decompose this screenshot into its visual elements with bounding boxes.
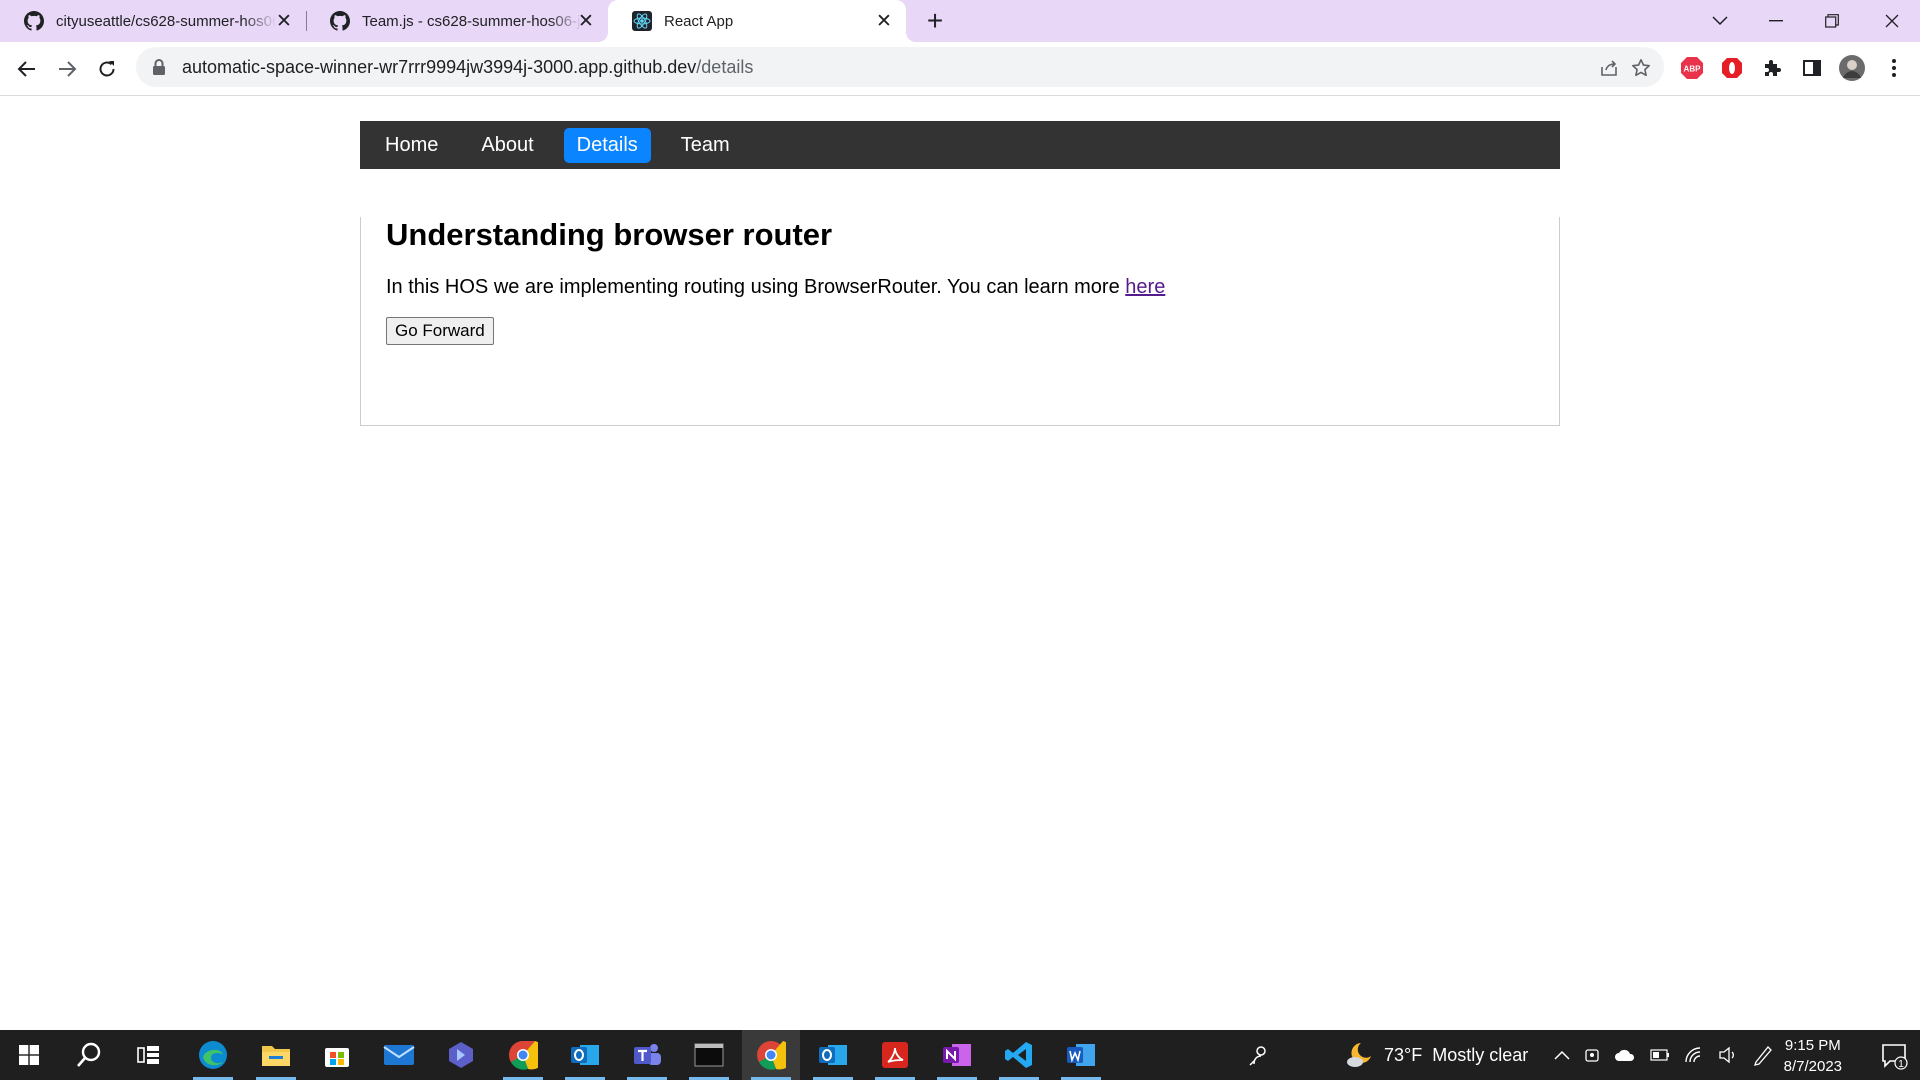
mail-icon[interactable] [370, 1030, 428, 1080]
windows-taskbar: 73°F Mostly clear 9:15 PM 8/7/2023 1 [0, 1030, 1920, 1080]
content-panel: Understanding browser router In this HOS… [360, 217, 1560, 426]
outlook-icon[interactable] [804, 1030, 862, 1080]
meet-now-icon[interactable] [1584, 1046, 1600, 1064]
browser-tab-2[interactable]: Team.js - cs628-summer-hos06-jamil ✕ [306, 0, 608, 42]
kebab-menu-icon[interactable] [1881, 55, 1907, 81]
nav-link-home[interactable]: Home [372, 128, 451, 163]
restore-icon[interactable] [1804, 0, 1860, 42]
adblock-plus-icon[interactable]: ABP [1679, 55, 1705, 81]
weather-widget[interactable]: 73°F Mostly clear [1344, 1030, 1528, 1080]
side-panel-icon[interactable] [1799, 55, 1825, 81]
puzzle-icon[interactable] [1759, 55, 1785, 81]
lock-icon[interactable] [152, 58, 166, 76]
close-tab-icon[interactable]: ✕ [576, 11, 596, 32]
notification-count: 1 [1898, 1059, 1904, 1070]
page-heading: Understanding browser router [386, 217, 833, 252]
outlook-preview-icon[interactable] [556, 1030, 614, 1080]
clock-time: 9:15 PM [1784, 1037, 1841, 1054]
acrobat-icon[interactable] [866, 1030, 924, 1080]
adblock-label: ABP [1684, 65, 1702, 74]
top-nav: Home About Details Team [360, 121, 1560, 169]
reload-icon[interactable] [92, 54, 122, 84]
address-bar[interactable]: automatic-space-winner-wr7rrr9994jw3994j… [136, 47, 1664, 87]
browser-tab-3-active[interactable]: React App ✕ [598, 0, 916, 42]
browser-tab-strip: cityuseattle/cs628-summer-hos06-jamil ✕ … [0, 0, 1920, 42]
clock-date: 8/7/2023 [1783, 1058, 1842, 1075]
browser-tab-1[interactable]: cityuseattle/cs628-summer-hos06-jamil ✕ [0, 0, 306, 42]
back-arrow-icon[interactable] [12, 54, 42, 84]
nav-link-team[interactable]: Team [668, 128, 743, 163]
wifi-icon[interactable] [1684, 1046, 1704, 1064]
close-tab-icon[interactable]: ✕ [274, 11, 294, 32]
minimize-icon[interactable] [1748, 0, 1804, 42]
task-view-icon[interactable] [120, 1030, 178, 1080]
vscode-icon[interactable] [990, 1030, 1048, 1080]
onenote-icon[interactable] [928, 1030, 986, 1080]
intro-paragraph: In this HOS we are implementing routing … [386, 276, 1534, 299]
volume-icon[interactable] [1718, 1046, 1738, 1064]
weather-condition: Mostly clear [1432, 1044, 1529, 1065]
share-icon[interactable] [1598, 57, 1620, 79]
close-window-icon[interactable] [1864, 0, 1920, 42]
taskbar-clock[interactable]: 9:15 PM 8/7/2023 [1784, 1035, 1842, 1077]
intro-text: In this HOS we are implementing routing … [386, 276, 1126, 298]
tab-title: cityuseattle/cs628-summer-hos06-jamil [56, 12, 276, 30]
file-explorer-icon[interactable] [247, 1030, 305, 1080]
windows-start-icon[interactable] [0, 1030, 58, 1080]
microsoft-store-icon[interactable] [308, 1030, 366, 1080]
weather-temp: 73°F [1384, 1044, 1423, 1065]
nav-link-about[interactable]: About [468, 128, 546, 163]
url-host: automatic-space-winner-wr7rrr9994jw3994j… [182, 56, 697, 77]
url-text: automatic-space-winner-wr7rrr9994jw3994j… [182, 57, 753, 78]
system-tray [1554, 1030, 1774, 1080]
tab-title: Team.js - cs628-summer-hos06-jamil [362, 12, 582, 30]
close-tab-icon[interactable]: ✕ [874, 11, 894, 32]
moon-cloud-icon [1347, 1043, 1371, 1067]
react-icon [632, 11, 652, 31]
word-icon[interactable] [1052, 1030, 1110, 1080]
chevron-up-icon[interactable] [1554, 1049, 1570, 1061]
github-icon [24, 11, 44, 31]
forward-arrow-icon[interactable] [52, 54, 82, 84]
browser-toolbar: automatic-space-winner-wr7rrr9994jw3994j… [0, 42, 1920, 96]
battery-icon[interactable] [1650, 1049, 1670, 1061]
learn-more-link[interactable]: here [1125, 276, 1165, 298]
nav-link-details[interactable]: Details [563, 127, 651, 163]
github-icon [330, 11, 350, 31]
tab-search-icon[interactable] [1692, 0, 1748, 42]
opera-icon[interactable] [1719, 55, 1745, 81]
chrome-icon[interactable] [494, 1030, 552, 1080]
go-forward-button[interactable]: Go Forward [386, 317, 494, 345]
teams-icon[interactable] [618, 1030, 676, 1080]
people-search-icon[interactable] [1230, 1030, 1288, 1080]
pen-icon[interactable] [1752, 1044, 1774, 1066]
terminal-icon[interactable] [680, 1030, 738, 1080]
react-app: Home About Details Team Understanding br… [360, 121, 1560, 426]
notification-center-icon[interactable]: 1 [1880, 1042, 1908, 1070]
onedrive-icon[interactable] [1614, 1048, 1636, 1062]
tab-title: React App [664, 12, 734, 30]
url-path: /details [696, 56, 754, 77]
chrome-icon[interactable] [742, 1030, 800, 1080]
profile-avatar[interactable] [1839, 55, 1865, 81]
new-tab-button[interactable]: + [920, 5, 950, 36]
bing-chat-icon[interactable] [432, 1030, 490, 1080]
edge-icon[interactable] [184, 1030, 242, 1080]
search-icon[interactable] [60, 1030, 118, 1080]
bookmark-star-icon[interactable] [1630, 57, 1652, 79]
